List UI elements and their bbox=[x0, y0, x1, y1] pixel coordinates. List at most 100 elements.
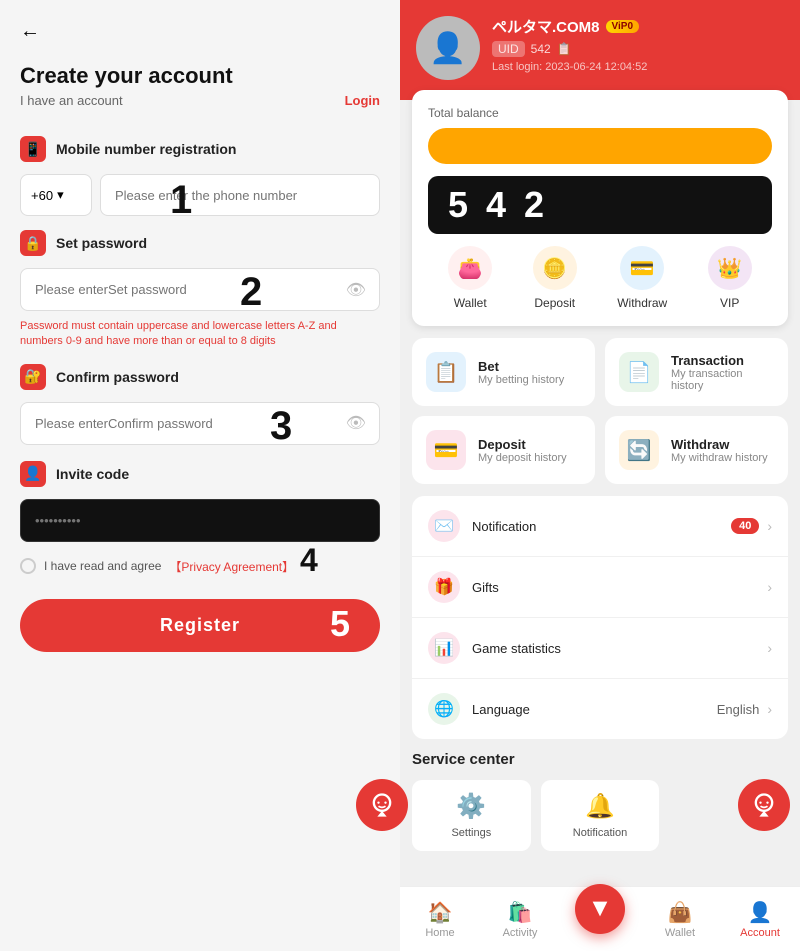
wallet-action-vip[interactable]: 👑 VIP bbox=[708, 246, 752, 310]
balance-card: Total balance 5 4 2 👛 Wallet 🪙 Deposit 💳… bbox=[412, 90, 788, 326]
nav-item-activity[interactable]: 🛍️ Activity bbox=[480, 900, 560, 939]
agree-text: I have read and agree bbox=[44, 559, 161, 573]
confirm-section-title: Confirm password bbox=[56, 369, 179, 385]
notification2-icon: 🔔 bbox=[585, 792, 615, 821]
wallet-icon: 👛 bbox=[448, 246, 492, 290]
service-card-notification[interactable]: 🔔 Notification bbox=[541, 780, 660, 851]
list-item-gifts[interactable]: 🎁 Gifts › bbox=[412, 557, 788, 618]
menu-card-transaction[interactable]: 📄 Transaction My transaction history bbox=[605, 338, 788, 406]
wallet-label: Wallet bbox=[454, 296, 487, 310]
wallet-action-wallet[interactable]: 👛 Wallet bbox=[448, 246, 492, 310]
nav-item-wallet[interactable]: 👜 Wallet bbox=[640, 900, 720, 939]
service-grid: ⚙️ Settings 🔔 Notification bbox=[412, 780, 788, 851]
lock-icon: 🔒 bbox=[20, 230, 46, 256]
settings-label: Settings bbox=[451, 827, 491, 839]
eye-icon[interactable]: 👁 bbox=[346, 280, 366, 300]
uid-label: UID bbox=[492, 41, 525, 57]
chatbot-icon-right[interactable] bbox=[738, 779, 790, 831]
menu-grid: 📋 Bet My betting history 📄 Transaction M… bbox=[400, 338, 800, 496]
avatar: 👤 bbox=[416, 16, 480, 80]
promotion-center-btn[interactable] bbox=[575, 884, 625, 934]
step-number-2: 2 bbox=[240, 270, 262, 315]
login-link[interactable]: Login bbox=[345, 93, 380, 108]
chevron-icon-2: › bbox=[767, 579, 772, 595]
withdraw-icon: 💳 bbox=[620, 246, 664, 290]
notification-label: Notification bbox=[472, 519, 731, 534]
menu-card-withdraw[interactable]: 🔄 Withdraw My withdraw history bbox=[605, 416, 788, 484]
chevron-icon-4: › bbox=[767, 701, 772, 717]
password-section-title: Set password bbox=[56, 235, 147, 251]
game-stats-icon: 📊 bbox=[428, 632, 460, 664]
list-item-game-stats[interactable]: 📊 Game statistics › bbox=[412, 618, 788, 679]
notification-icon: ✉️ bbox=[428, 510, 460, 542]
list-item-language[interactable]: 🌐 Language English › bbox=[412, 679, 788, 739]
wallet-action-withdraw[interactable]: 💳 Withdraw bbox=[617, 246, 667, 310]
nav-item-promotion[interactable] bbox=[560, 904, 640, 934]
wallet-nav-label: Wallet bbox=[665, 927, 695, 939]
invite-code-input[interactable] bbox=[20, 499, 380, 542]
gifts-icon: 🎁 bbox=[428, 571, 460, 603]
chatbot-icon-left[interactable] bbox=[356, 779, 408, 831]
eye-icon-2[interactable]: 👁 bbox=[346, 413, 366, 433]
withdraw-card-sub: My withdraw history bbox=[671, 452, 768, 464]
password-hint: Password must contain uppercase and lowe… bbox=[20, 319, 380, 350]
step-number-1: 1 bbox=[170, 178, 192, 223]
balance-bar bbox=[428, 128, 772, 164]
register-button[interactable]: Register bbox=[20, 599, 380, 652]
agree-checkbox[interactable] bbox=[20, 558, 36, 574]
service-center-title: Service center bbox=[412, 751, 788, 768]
vip-label: VIP bbox=[720, 296, 739, 310]
wallet-nav-icon: 👜 bbox=[668, 900, 693, 925]
home-label: Home bbox=[425, 927, 454, 939]
deposit-card-sub: My deposit history bbox=[478, 452, 567, 464]
account-icon: 👤 bbox=[748, 900, 773, 925]
gifts-label: Gifts bbox=[472, 580, 767, 595]
username: ペルタマ.COM8 bbox=[492, 16, 600, 37]
privacy-link[interactable]: 【Privacy Agreement】 bbox=[169, 558, 294, 575]
menu-card-bet[interactable]: 📋 Bet My betting history bbox=[412, 338, 595, 406]
transaction-icon: 📄 bbox=[619, 352, 659, 392]
back-button[interactable]: ← bbox=[20, 20, 40, 43]
confirm-password-input[interactable] bbox=[20, 402, 380, 445]
menu-card-deposit[interactable]: 💳 Deposit My deposit history bbox=[412, 416, 595, 484]
bet-title: Bet bbox=[478, 359, 564, 374]
activity-icon: 🛍️ bbox=[508, 900, 533, 925]
chevron-icon: › bbox=[767, 518, 772, 534]
notification-badge: 40 bbox=[731, 518, 759, 534]
activity-label: Activity bbox=[503, 927, 538, 939]
list-menu: ✉️ Notification 40 › 🎁 Gifts › 📊 Game st… bbox=[412, 496, 788, 739]
country-select[interactable]: +60 ▾ bbox=[20, 174, 92, 216]
withdraw-card-icon: 🔄 bbox=[619, 430, 659, 470]
withdraw-label: Withdraw bbox=[617, 296, 667, 310]
chevron-down-icon: ▾ bbox=[57, 187, 64, 203]
uid-value: 542 bbox=[531, 42, 551, 56]
notification2-label: Notification bbox=[573, 827, 627, 839]
language-icon: 🌐 bbox=[428, 693, 460, 725]
password-input[interactable] bbox=[20, 268, 380, 311]
copy-icon[interactable]: 📋 bbox=[557, 42, 572, 56]
mobile-section-title: Mobile number registration bbox=[56, 141, 236, 157]
vip-icon: 👑 bbox=[708, 246, 752, 290]
mobile-icon: 📱 bbox=[20, 136, 46, 162]
left-panel: ← Create your account I have an account … bbox=[0, 0, 400, 951]
invite-section-title: Invite code bbox=[56, 466, 129, 482]
step-number-4: 4 bbox=[300, 542, 318, 579]
home-icon: 🏠 bbox=[428, 900, 453, 925]
wallet-actions: 👛 Wallet 🪙 Deposit 💳 Withdraw 👑 VIP bbox=[428, 246, 772, 310]
have-account-text: I have an account bbox=[20, 93, 123, 108]
wallet-action-deposit[interactable]: 🪙 Deposit bbox=[533, 246, 577, 310]
language-label: Language bbox=[472, 702, 717, 717]
language-value: English bbox=[717, 702, 760, 717]
phone-input[interactable] bbox=[100, 174, 380, 216]
account-label: Account bbox=[740, 927, 780, 939]
settings-icon: ⚙️ bbox=[456, 792, 486, 821]
step-number-3: 3 bbox=[270, 404, 292, 449]
nav-item-home[interactable]: 🏠 Home bbox=[400, 900, 480, 939]
deposit-label: Deposit bbox=[534, 296, 575, 310]
balance-number: 5 4 2 bbox=[448, 184, 752, 226]
service-card-settings[interactable]: ⚙️ Settings bbox=[412, 780, 531, 851]
transaction-title: Transaction bbox=[671, 353, 774, 368]
deposit-icon: 🪙 bbox=[533, 246, 577, 290]
nav-item-account[interactable]: 👤 Account bbox=[720, 900, 800, 939]
list-item-notification[interactable]: ✉️ Notification 40 › bbox=[412, 496, 788, 557]
